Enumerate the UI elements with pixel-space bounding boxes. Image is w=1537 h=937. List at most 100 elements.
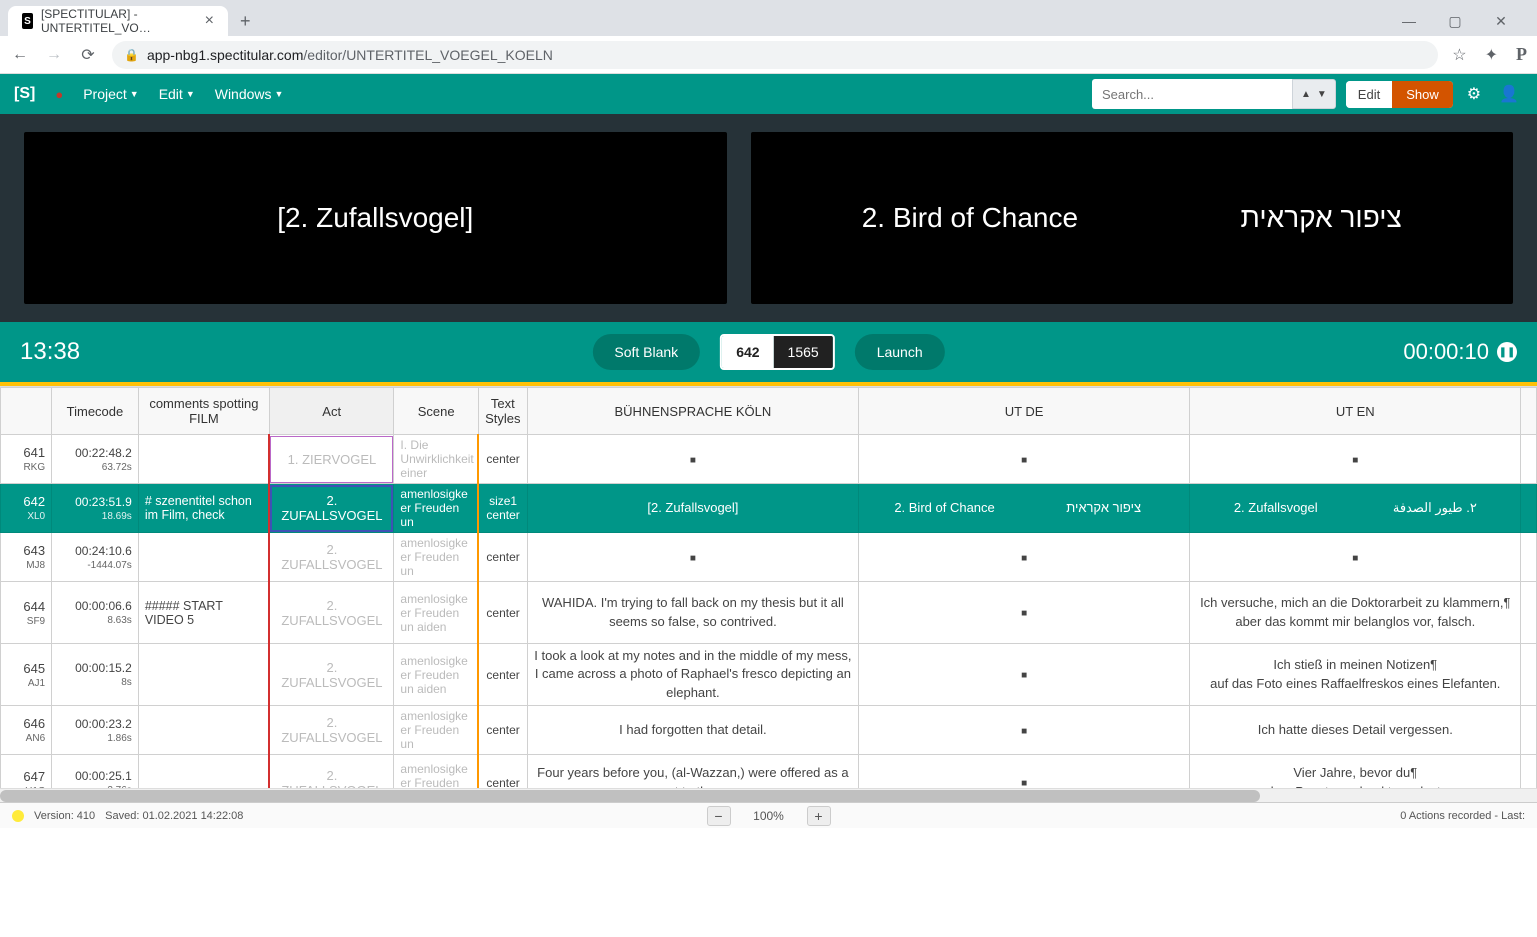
soft-blank-button[interactable]: Soft Blank [592, 334, 700, 370]
zoom-out-button[interactable]: − [707, 806, 731, 826]
zoom-in-button[interactable]: + [807, 806, 831, 826]
menu-windows[interactable]: Windows▼ [215, 86, 284, 102]
cell-comments[interactable] [138, 644, 269, 706]
cell-lang2[interactable]: ■ [858, 435, 1189, 484]
user-icon[interactable]: 👤 [1499, 84, 1519, 104]
cell-lang1[interactable]: ■ [527, 533, 858, 582]
cell-act[interactable]: 2. ZUFALLSVOGEL [269, 582, 393, 644]
window-controls: — ▢ ✕ [1395, 13, 1529, 30]
horizontal-scrollbar[interactable] [0, 788, 1537, 802]
maximize-icon[interactable]: ▢ [1441, 13, 1469, 30]
cell-lang1[interactable]: ■ [527, 435, 858, 484]
col-act[interactable]: Act [269, 388, 393, 435]
cell-scene[interactable]: amenlosigke er Freuden un aiden [394, 644, 478, 706]
cell-lang2[interactable]: ■ [858, 706, 1189, 755]
cell-lang1[interactable]: I took a look at my notes and in the mid… [527, 644, 858, 706]
star-icon[interactable]: ☆ [1452, 45, 1466, 65]
browser-tab[interactable]: S [SPECTITULAR] - UNTERTITEL_VO… × [8, 6, 228, 36]
alert-icon[interactable]: ● [55, 87, 63, 102]
col-rownum[interactable] [1, 388, 52, 435]
col-timecode[interactable]: Timecode [52, 388, 139, 435]
reload-button[interactable]: ⟳ [78, 45, 98, 65]
edit-button[interactable]: Edit [1346, 81, 1392, 108]
gear-icon[interactable]: ⚙ [1467, 84, 1481, 104]
cell-act[interactable]: 2. ZUFALLSVOGEL [269, 644, 393, 706]
profile-p-icon[interactable]: P [1516, 44, 1527, 65]
cell-act[interactable]: 2. ZUFALLSVOGEL [269, 533, 393, 582]
new-tab-button[interactable]: + [232, 11, 259, 32]
url-input[interactable]: 🔒 app-nbg1.spectitular.com/editor/UNTERT… [112, 41, 1438, 69]
pause-icon[interactable]: ❚❚ [1497, 342, 1517, 362]
col-styles[interactable]: Text Styles [478, 388, 527, 435]
cell-styles[interactable]: center [478, 755, 527, 789]
search-input[interactable] [1092, 79, 1292, 109]
cell-lang2[interactable]: ■ [858, 644, 1189, 706]
scrollbar-thumb[interactable] [0, 790, 1260, 802]
col-lang2[interactable]: UT DE [858, 388, 1189, 435]
cell-scene[interactable]: amenlosigke er Freuden un [394, 755, 478, 789]
menu-edit[interactable]: Edit▼ [159, 86, 195, 102]
col-scene[interactable]: Scene [394, 388, 478, 435]
col-lang1[interactable]: BÜHNENSPRACHE KÖLN [527, 388, 858, 435]
cell-timecode: 00:23:51.918.69s [52, 484, 139, 533]
col-lang3[interactable]: UT EN [1190, 388, 1521, 435]
cell-comments[interactable]: # szenentitel schon im Film, check [138, 484, 269, 533]
menu-project[interactable]: Project▼ [83, 86, 139, 102]
cell-lang3[interactable]: 2. Zufallsvogel٢. طيور الصدفة [1190, 484, 1521, 533]
table-row[interactable]: 645AJ100:00:15.28s2. ZUFALLSVOGELamenlos… [1, 644, 1537, 706]
cell-lang3[interactable]: Ich stieß in meinen Notizen¶auf das Foto… [1190, 644, 1521, 706]
cell-lang2[interactable]: ■ [858, 755, 1189, 789]
launch-button[interactable]: Launch [855, 334, 945, 370]
cell-act[interactable]: 2. ZUFALLSVOGEL [269, 755, 393, 789]
table-row[interactable]: 641RKG00:22:48.263.72s1. ZIERVOGELI. Die… [1, 435, 1537, 484]
cell-scene[interactable]: I. Die Unwirklichkeit einer [394, 435, 478, 484]
cell-act[interactable]: 1. ZIERVOGEL [269, 435, 393, 484]
app-logo[interactable]: [S] [14, 85, 35, 103]
cell-scene[interactable]: amenlosigke er Freuden un [394, 484, 478, 533]
table-row[interactable]: 646AN600:00:23.21.86s2. ZUFALLSVOGELamen… [1, 706, 1537, 755]
cell-lang3[interactable]: ■ [1190, 435, 1521, 484]
cell-styles[interactable]: center [478, 435, 527, 484]
cell-lang1[interactable]: [2. Zufallsvogel] [527, 484, 858, 533]
close-icon[interactable]: × [205, 12, 214, 30]
cell-comments[interactable]: ##### START VIDEO 5 [138, 582, 269, 644]
cell-lang2[interactable]: ■ [858, 533, 1189, 582]
cell-lang3[interactable]: ■ [1190, 533, 1521, 582]
col-extra[interactable] [1521, 388, 1537, 435]
cell-lang3[interactable]: Ich versuche, mich an die Doktorarbeit z… [1190, 582, 1521, 644]
cell-lang1[interactable]: Four years before you, (al-Wazzan,) were… [527, 755, 858, 789]
cell-lang2[interactable]: 2. Bird of Chanceציפור אקראית [858, 484, 1189, 533]
forward-button[interactable]: → [44, 46, 64, 64]
cell-styles[interactable]: size1 center [478, 484, 527, 533]
cell-lang1[interactable]: I had forgotten that detail. [527, 706, 858, 755]
cell-comments[interactable] [138, 533, 269, 582]
cell-lang3[interactable]: Ich hatte dieses Detail vergessen. [1190, 706, 1521, 755]
cell-styles[interactable]: center [478, 533, 527, 582]
cell-comments[interactable] [138, 755, 269, 789]
cell-scene[interactable]: amenlosigke er Freuden un aiden [394, 582, 478, 644]
cell-styles[interactable]: center [478, 582, 527, 644]
cell-act[interactable]: 2. ZUFALLSVOGEL [269, 484, 393, 533]
cell-act[interactable]: 2. ZUFALLSVOGEL [269, 706, 393, 755]
cell-styles[interactable]: center [478, 644, 527, 706]
cell-lang2[interactable]: ■ [858, 582, 1189, 644]
cell-styles[interactable]: center [478, 706, 527, 755]
table-row[interactable]: 642XL000:23:51.918.69s# szenentitel scho… [1, 484, 1537, 533]
extension-icon[interactable]: ✦ [1485, 45, 1498, 65]
table-row[interactable]: 647U1C00:00:25.13.76s2. ZUFALLSVOGELamen… [1, 755, 1537, 789]
col-comments[interactable]: comments spotting FILM [138, 388, 269, 435]
minimize-icon[interactable]: — [1395, 13, 1423, 30]
cell-scene[interactable]: amenlosigke er Freuden un [394, 706, 478, 755]
cell-comments[interactable] [138, 435, 269, 484]
subtitle-table-wrap[interactable]: Timecode comments spotting FILM Act Scen… [0, 386, 1537, 788]
cell-lang1[interactable]: WAHIDA. I'm trying to fall back on my th… [527, 582, 858, 644]
search-nav-buttons[interactable]: ▲ ▼ [1292, 79, 1336, 109]
cell-comments[interactable] [138, 706, 269, 755]
table-row[interactable]: 643MJ800:24:10.6-1444.07s2. ZUFALLSVOGEL… [1, 533, 1537, 582]
back-button[interactable]: ← [10, 46, 30, 64]
cell-scene[interactable]: amenlosigke er Freuden un [394, 533, 478, 582]
table-row[interactable]: 644SF900:00:06.68.63s##### START VIDEO 5… [1, 582, 1537, 644]
show-button[interactable]: Show [1392, 81, 1453, 108]
close-window-icon[interactable]: ✕ [1487, 13, 1515, 30]
cell-lang3[interactable]: Vier Jahre, bevor du¶dem Papst geschenkt… [1190, 755, 1521, 789]
